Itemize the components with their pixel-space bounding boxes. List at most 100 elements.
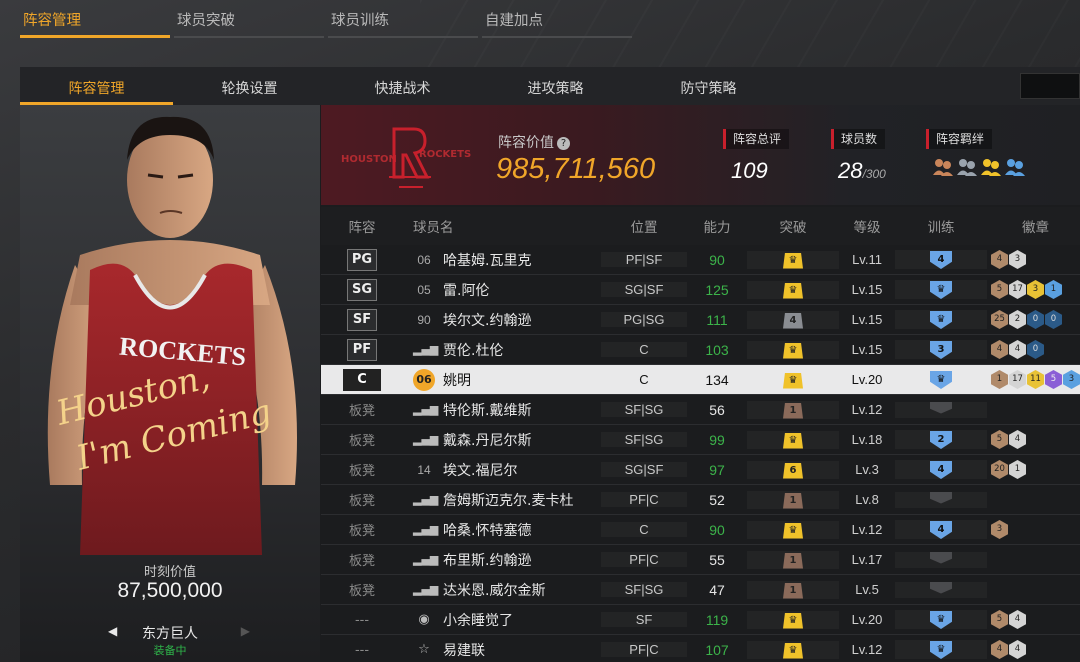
sub-tab-lineup[interactable]: 阵容管理 [20, 67, 173, 105]
top-tab-breakthrough[interactable]: 球员突破 [174, 0, 324, 38]
badge-hex-icon[interactable]: 3 [1009, 250, 1026, 269]
slot-badge[interactable]: PF [347, 338, 377, 361]
bond-icons[interactable] [933, 157, 1025, 177]
table-row[interactable]: 板凳 ▂▄▆ 达米恩.威尔金斯 SF|SG 47 1 Lv.5 [321, 575, 1080, 605]
player-name[interactable]: 哈基姆.瓦里克 [443, 250, 531, 270]
training-shield-icon[interactable] [930, 551, 952, 564]
player-name[interactable]: 詹姆斯迈克尔.麦卡杜 [443, 490, 573, 510]
bond-icon[interactable] [1005, 157, 1025, 177]
badge-hex-icon[interactable]: 5 [991, 610, 1008, 629]
breakthrough-crown-icon[interactable]: 1 [783, 492, 803, 509]
training-shield-icon[interactable]: 3 [930, 341, 952, 359]
top-tab-training[interactable]: 球员训练 [328, 0, 478, 38]
breakthrough-crown-icon[interactable]: ♛ [783, 342, 803, 359]
table-row[interactable]: 板凳 ▂▄▆ 布里斯.约翰逊 PF|C 55 1 Lv.17 [321, 545, 1080, 575]
breakthrough-crown-icon[interactable]: ♛ [783, 282, 803, 299]
breakthrough-crown-icon[interactable]: 1 [783, 552, 803, 569]
player-name[interactable]: 特伦斯.戴维斯 [443, 400, 531, 420]
player-name[interactable]: 埃尔文.约翰逊 [443, 310, 531, 330]
table-row[interactable]: SG 05 雷.阿伦 SG|SF 125 ♛ Lv.15 ♛ 5 17 3 1 [321, 275, 1080, 305]
slot-badge[interactable]: SG [347, 278, 377, 301]
training-shield-icon[interactable]: ♛ [930, 311, 952, 329]
table-row[interactable]: 板凳 ▂▄▆ 哈桑.怀特塞德 C 90 ♛ Lv.12 4 3 [321, 515, 1080, 545]
training-shield-icon[interactable]: ♛ [930, 281, 952, 299]
training-shield-icon[interactable]: ♛ [930, 611, 952, 629]
bond-icon[interactable] [957, 157, 977, 177]
training-shield-icon[interactable]: 4 [930, 521, 952, 539]
breakthrough-crown-icon[interactable]: ♛ [783, 372, 803, 389]
col-position[interactable]: 位置 [601, 216, 687, 236]
badge-hex-icon[interactable]: 1 [1009, 460, 1026, 479]
badge-hex-icon[interactable]: 5 [991, 280, 1008, 299]
table-row[interactable]: C 06 姚明 C 134 ♛ Lv.20 ♛ 1 17 11 5 3 [321, 365, 1080, 395]
badge-hex-icon[interactable]: 4 [1009, 430, 1026, 449]
breakthrough-crown-icon[interactable]: 6 [783, 462, 803, 479]
training-shield-icon[interactable]: ♛ [930, 371, 952, 389]
table-row[interactable]: PF ▂▄▆ 贾伦.杜伦 C 103 ♛ Lv.15 3 4 4 0 [321, 335, 1080, 365]
badge-hex-icon[interactable]: 5 [1045, 370, 1062, 389]
slot-badge[interactable]: PG [347, 248, 377, 271]
badge-hex-icon[interactable]: 4 [991, 250, 1008, 269]
badge-hex-icon[interactable]: 17 [1009, 370, 1026, 389]
breakthrough-crown-icon[interactable]: 4 [783, 312, 803, 329]
badge-hex-icon[interactable]: 25 [991, 310, 1008, 329]
breakthrough-crown-icon[interactable]: ♛ [783, 522, 803, 539]
sub-tab-defense[interactable]: 防守策略 [632, 67, 785, 105]
sub-tab-rotation[interactable]: 轮换设置 [173, 67, 326, 105]
table-row[interactable]: PG 06 哈基姆.瓦里克 PF|SF 90 ♛ Lv.11 4 4 3 [321, 245, 1080, 275]
col-breakthrough[interactable]: 突破 [747, 216, 839, 236]
next-arrow-icon[interactable]: ▶ [241, 624, 250, 638]
training-shield-icon[interactable]: 2 [930, 431, 952, 449]
player-name[interactable]: 雷.阿伦 [443, 280, 489, 300]
top-tab-custom-points[interactable]: 自建加点 [482, 0, 632, 38]
slot-badge[interactable]: SF [347, 308, 377, 331]
player-name[interactable]: 哈桑.怀特塞德 [443, 520, 531, 540]
badge-hex-icon[interactable]: 0 [1027, 340, 1044, 359]
breakthrough-crown-icon[interactable]: ♛ [783, 642, 803, 659]
sub-tab-offense[interactable]: 进攻策略 [479, 67, 632, 105]
badge-hex-icon[interactable]: 20 [991, 460, 1008, 479]
badge-hex-icon[interactable]: 11 [1027, 370, 1044, 389]
help-icon[interactable]: ? [557, 137, 570, 150]
prev-arrow-icon[interactable]: ◀ [108, 624, 117, 638]
col-ability[interactable]: 能力 [687, 216, 747, 236]
training-shield-icon[interactable] [930, 401, 952, 414]
player-name[interactable]: 易建联 [443, 640, 485, 660]
col-name[interactable]: 球员名 [403, 216, 601, 236]
badge-hex-icon[interactable]: 3 [1063, 370, 1080, 389]
training-shield-icon[interactable]: ♛ [930, 641, 952, 659]
table-row[interactable]: --- ◉ 小余睡觉了 SF 119 ♛ Lv.20 ♛ 5 4 [321, 605, 1080, 635]
badge-hex-icon[interactable]: 3 [991, 520, 1008, 539]
training-shield-icon[interactable]: 4 [930, 461, 952, 479]
breakthrough-crown-icon[interactable]: 1 [783, 582, 803, 599]
bond-icon[interactable] [933, 157, 953, 177]
badge-hex-icon[interactable]: 4 [1009, 640, 1026, 659]
player-name[interactable]: 戴森.丹尼尔斯 [443, 430, 531, 450]
col-level[interactable]: 等级 [839, 216, 895, 236]
col-training[interactable]: 训练 [895, 216, 987, 236]
player-name[interactable]: 小余睡觉了 [443, 610, 513, 630]
badge-hex-icon[interactable]: 0 [1027, 310, 1044, 329]
badge-hex-icon[interactable]: 4 [991, 640, 1008, 659]
table-row[interactable]: SF 90 埃尔文.约翰逊 PG|SG 111 4 Lv.15 ♛ 25 2 0 0 [321, 305, 1080, 335]
table-row[interactable]: --- ☆ 易建联 PF|C 107 ♛ Lv.12 ♛ 4 4 [321, 635, 1080, 662]
training-shield-icon[interactable] [930, 491, 952, 504]
training-shield-icon[interactable] [930, 581, 952, 594]
badge-hex-icon[interactable]: 4 [991, 340, 1008, 359]
breakthrough-crown-icon[interactable]: ♛ [783, 252, 803, 269]
badge-hex-icon[interactable]: 4 [1009, 340, 1026, 359]
badge-hex-icon[interactable]: 1 [991, 370, 1008, 389]
breakthrough-crown-icon[interactable]: ♛ [783, 432, 803, 449]
table-row[interactable]: 板凳 ▂▄▆ 詹姆斯迈克尔.麦卡杜 PF|C 52 1 Lv.8 [321, 485, 1080, 515]
col-badges[interactable]: 徽章 [987, 216, 1080, 236]
player-name[interactable]: 姚明 [443, 370, 471, 390]
badge-hex-icon[interactable]: 3 [1027, 280, 1044, 299]
table-row[interactable]: 板凳 14 埃文.福尼尔 SG|SF 97 6 Lv.3 4 20 1 [321, 455, 1080, 485]
breakthrough-crown-icon[interactable]: ♛ [783, 612, 803, 629]
bond-icon[interactable] [981, 157, 1001, 177]
badge-hex-icon[interactable]: 2 [1009, 310, 1026, 329]
top-tab-lineup[interactable]: 阵容管理 [20, 0, 170, 38]
player-name[interactable]: 布里斯.约翰逊 [443, 550, 531, 570]
table-row[interactable]: 板凳 ▂▄▆ 戴森.丹尼尔斯 SF|SG 99 ♛ Lv.18 2 5 4 [321, 425, 1080, 455]
player-name[interactable]: 埃文.福尼尔 [443, 460, 517, 480]
